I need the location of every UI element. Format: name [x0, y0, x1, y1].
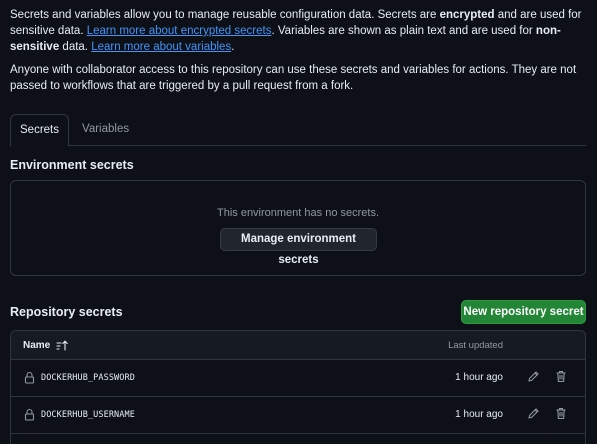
intro-text: Secrets and variables allow you to manag…: [10, 7, 590, 101]
secret-updated: 1 hour ago: [455, 372, 503, 383]
table-row: DOCKERHUB_USERNAME 1 hour ago: [11, 397, 585, 434]
trash-icon[interactable]: [555, 370, 567, 386]
tab-secrets[interactable]: Secrets: [10, 114, 69, 147]
intro-encrypted-emphasis: encrypted: [439, 9, 495, 21]
lock-icon: [24, 371, 35, 387]
trash-icon[interactable]: [555, 407, 567, 423]
new-repository-secret-button[interactable]: New repository secret: [461, 300, 586, 324]
intro-text-part: . Variables are shown as plain text and …: [271, 25, 536, 37]
environment-secrets-panel: This environment has no secrets. Manage …: [10, 180, 586, 276]
repository-secrets-table: Name Last updated DOCKERHUB_PASSWORD 1 h…: [10, 330, 586, 444]
intro-paragraph-2: Anyone with collaborator access to this …: [10, 64, 577, 92]
pencil-icon[interactable]: [527, 370, 540, 386]
environment-empty-message: This environment has no secrets.: [216, 207, 380, 219]
lock-icon: [24, 408, 35, 424]
secret-name: DOCKERHUB_USERNAME: [41, 410, 135, 420]
name-column-label: Name: [23, 340, 51, 351]
link-variables[interactable]: Learn more about variables: [91, 41, 231, 53]
secret-updated: 1 hour ago: [455, 409, 503, 420]
intro-text-part: data.: [59, 41, 92, 53]
sort-ascending-icon[interactable]: [56, 340, 68, 351]
link-encrypted-secrets[interactable]: Learn more about encrypted secrets: [87, 25, 272, 37]
intro-text-part: Secrets and variables allow you to manag…: [10, 9, 440, 21]
secrets-variables-tabs: Secrets Variables: [10, 114, 586, 147]
pencil-icon[interactable]: [527, 407, 540, 423]
environment-secrets-heading: Environment secrets: [10, 158, 134, 172]
name-column-header[interactable]: Name: [23, 340, 68, 351]
tab-variables[interactable]: Variables: [70, 114, 141, 146]
secret-name: DOCKERHUB_PASSWORD: [41, 373, 135, 383]
manage-environment-secrets-button[interactable]: Manage environment secrets: [220, 228, 377, 266]
last-updated-column-header: Last updated: [448, 340, 503, 351]
intro-paragraph-1: Secrets and variables allow you to manag…: [10, 7, 590, 55]
table-row: DOCKERHUB_PASSWORD 1 hour ago: [11, 360, 585, 397]
intro-text-part: .: [231, 41, 235, 53]
repository-secrets-heading: Repository secrets: [10, 305, 123, 319]
table-header: Name Last updated: [11, 331, 585, 360]
